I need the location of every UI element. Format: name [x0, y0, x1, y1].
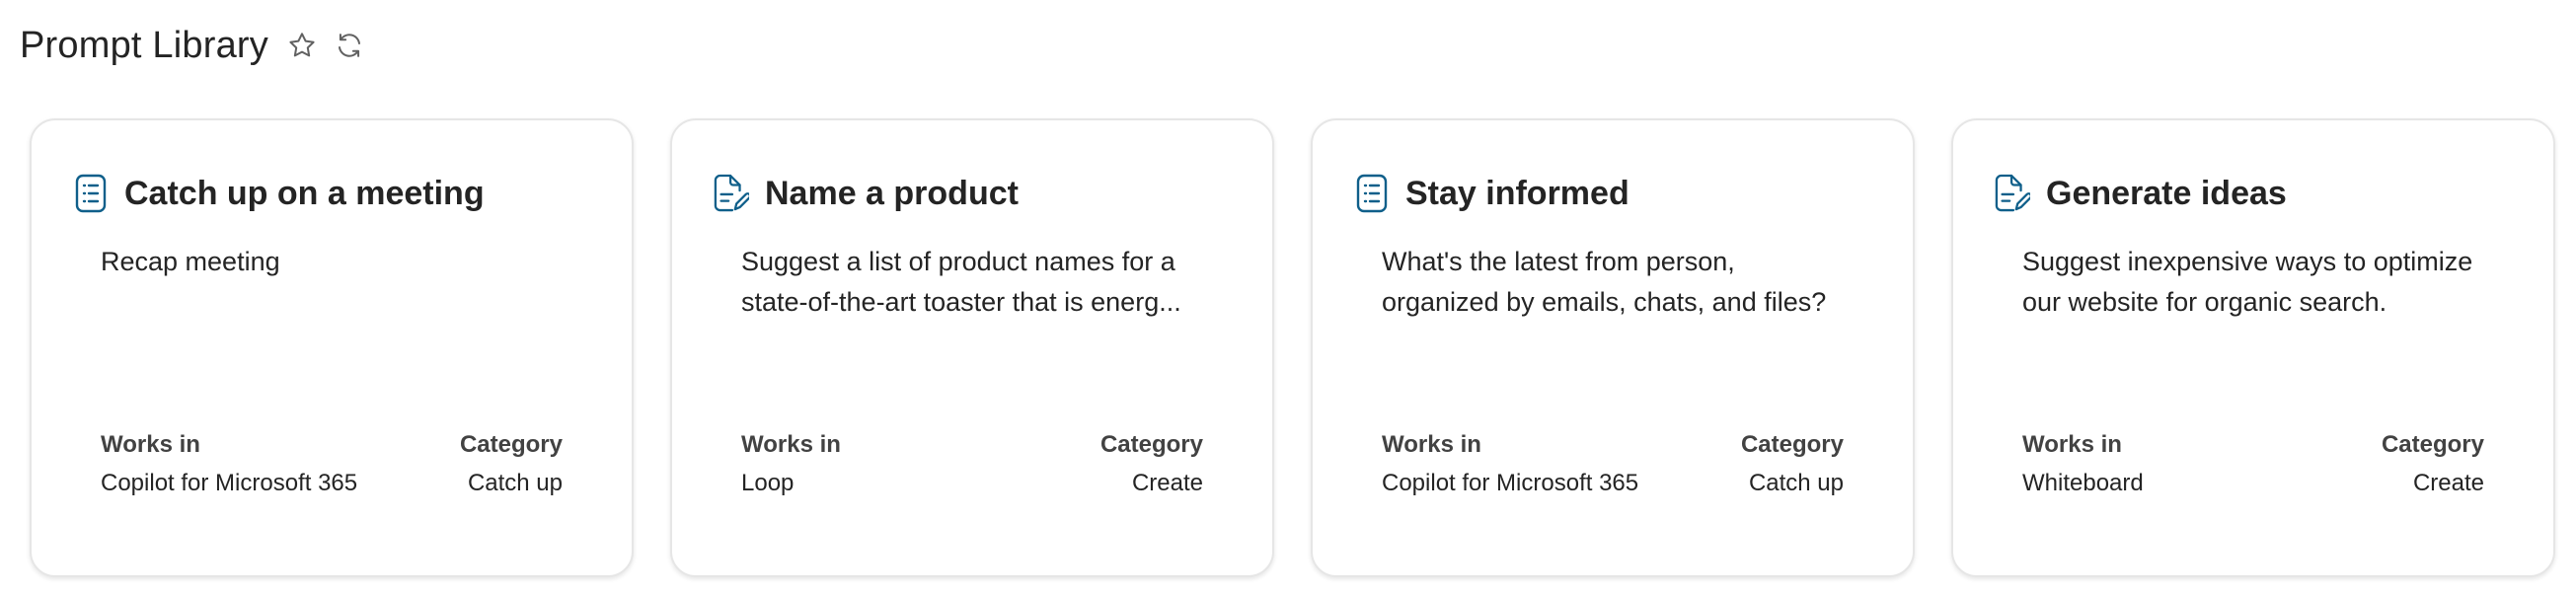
works-in-value: Whiteboard [2022, 470, 2144, 496]
category-label: Category [2381, 431, 2484, 458]
card-header: Name a product [714, 172, 1019, 215]
category-label: Category [1099, 431, 1203, 458]
prompt-card[interactable]: Name a product Suggest a list of product… [670, 118, 1274, 577]
category-value: Catch up [1748, 470, 1844, 496]
card-description: What's the latest from person, organized… [1382, 247, 1827, 317]
card-description: Recap meeting [101, 247, 280, 276]
prompt-cards: Catch up on a meeting Recap meeting Work… [30, 118, 2555, 577]
card-meta: Works in Copilot for Microsoft 365 Categ… [101, 426, 563, 503]
card-meta: Works in Loop Category Create [741, 426, 1203, 503]
works-in-label: Works in [2022, 431, 2122, 458]
works-in-label: Works in [741, 431, 841, 458]
category-value: Catch up [467, 470, 563, 496]
card-meta: Works in Copilot for Microsoft 365 Categ… [1382, 426, 1844, 503]
category-value: Create [1131, 470, 1203, 496]
category-label: Category [1740, 431, 1844, 458]
category-label: Category [459, 431, 563, 458]
category-value: Create [2412, 470, 2484, 496]
card-description: Suggest a list of product names for a st… [741, 247, 1181, 317]
edit-document-icon [1995, 172, 2030, 215]
prompt-card[interactable]: Catch up on a meeting Recap meeting Work… [30, 118, 634, 577]
list-icon [73, 172, 109, 215]
card-header: Stay informed [1354, 172, 1629, 215]
card-title: Name a product [765, 174, 1019, 212]
card-description: Suggest inexpensive ways to optimize our… [2022, 247, 2473, 317]
edit-document-icon [714, 172, 749, 215]
works-in-label: Works in [1382, 431, 1481, 458]
works-in-value: Loop [741, 470, 795, 496]
card-header: Catch up on a meeting [73, 172, 485, 215]
prompt-card[interactable]: Generate ideas Suggest inexpensive ways … [1951, 118, 2555, 577]
refresh-icon[interactable] [332, 28, 367, 63]
page-header: Prompt Library [20, 18, 367, 73]
card-title: Catch up on a meeting [124, 174, 485, 212]
card-meta: Works in Whiteboard Category Create [2022, 426, 2484, 503]
star-icon[interactable] [284, 28, 320, 63]
works-in-label: Works in [101, 431, 200, 458]
page-title: Prompt Library [20, 25, 268, 66]
list-icon [1354, 172, 1390, 215]
works-in-value: Copilot for Microsoft 365 [101, 470, 358, 496]
card-title: Generate ideas [2046, 174, 2287, 212]
prompt-card[interactable]: Stay informed What's the latest from per… [1311, 118, 1915, 577]
works-in-value: Copilot for Microsoft 365 [1382, 470, 1639, 496]
card-title: Stay informed [1405, 174, 1629, 212]
card-header: Generate ideas [1995, 172, 2287, 215]
